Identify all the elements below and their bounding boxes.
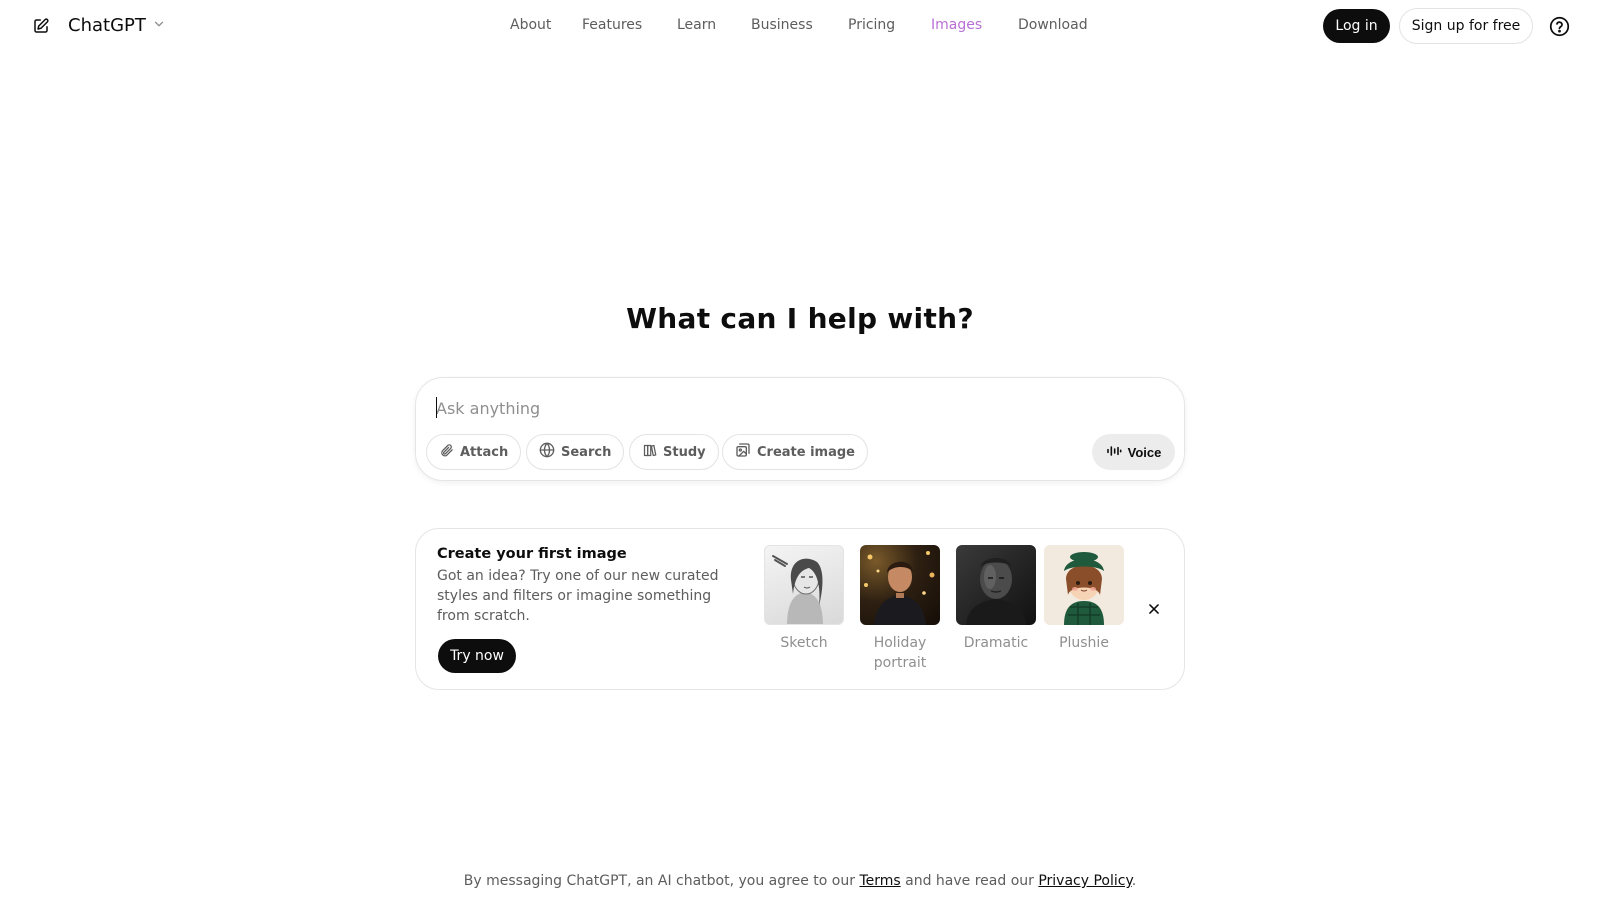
search-label: Search: [561, 444, 612, 460]
nav-pricing[interactable]: Pricing: [848, 15, 931, 35]
style-holiday-portrait[interactable]: Holiday portrait: [859, 545, 941, 673]
footer-disclaimer: By messaging ChatGPT, an AI chatbot, you…: [0, 873, 1600, 889]
image-promo-card: Create your first image Got an idea? Try…: [415, 528, 1185, 690]
new-chat-icon[interactable]: [29, 14, 53, 38]
prompt-input[interactable]: [436, 394, 1036, 422]
footer-text-middle: and have read our: [900, 873, 1039, 889]
login-button[interactable]: Log in: [1323, 9, 1390, 43]
nav-learn[interactable]: Learn: [677, 15, 751, 35]
model-name: ChatGPT: [68, 14, 146, 36]
create-image-button[interactable]: Create image: [722, 434, 868, 470]
style-label-sketch: Sketch: [780, 635, 828, 651]
top-bar: ChatGPT About Features Learn Business Pr…: [0, 0, 1600, 50]
plushie-thumbnail: [1044, 545, 1124, 625]
help-icon[interactable]: [1547, 14, 1571, 38]
style-label-dramatic: Dramatic: [963, 635, 1029, 651]
terms-link[interactable]: Terms: [859, 873, 900, 889]
paperclip-icon: [439, 443, 454, 462]
voice-label: Voice: [1127, 444, 1162, 460]
page-title: What can I help with?: [626, 302, 974, 335]
study-label: Study: [663, 444, 706, 460]
model-switcher[interactable]: ChatGPT: [68, 12, 166, 38]
voice-button[interactable]: Voice: [1092, 434, 1175, 470]
signup-button[interactable]: Sign up for free: [1399, 8, 1533, 44]
nav-features[interactable]: Features: [582, 15, 677, 35]
nav-business[interactable]: Business: [751, 15, 848, 35]
style-dramatic[interactable]: Dramatic: [955, 545, 1037, 653]
style-plushie[interactable]: Plushie: [1043, 545, 1125, 653]
holiday-portrait-thumbnail: [860, 545, 940, 625]
promo-title: Create your first image: [437, 546, 627, 562]
promo-description: Got an idea? Try one of our new curated …: [437, 568, 719, 624]
create-image-label: Create image: [757, 444, 855, 460]
book-icon: [642, 443, 657, 462]
text-caret: [436, 397, 437, 418]
search-button[interactable]: Search: [526, 434, 625, 470]
close-icon[interactable]: [1144, 599, 1164, 619]
footer-text: By messaging ChatGPT, an AI chatbot, you…: [463, 873, 860, 889]
attach-label: Attach: [460, 444, 509, 460]
nav-about[interactable]: About: [510, 15, 582, 35]
privacy-policy-link[interactable]: Privacy Policy: [1038, 873, 1131, 889]
nav-download[interactable]: Download: [1018, 15, 1098, 35]
voice-waveform-icon: [1106, 443, 1122, 462]
globe-icon: [539, 442, 555, 462]
footer-text-end: .: [1131, 873, 1137, 889]
attach-button[interactable]: Attach: [426, 434, 522, 470]
style-sketch[interactable]: Sketch: [763, 545, 845, 653]
style-label-holiday-portrait: Holiday portrait: [873, 635, 927, 671]
main-nav: About Features Learn Business Pricing Im…: [510, 15, 1098, 35]
chevron-down-icon: [152, 16, 166, 35]
style-label-plushie: Plushie: [1059, 635, 1109, 651]
image-icon: [735, 442, 751, 462]
study-button[interactable]: Study: [629, 434, 719, 470]
composer: Attach Search Study Create image Voice: [415, 377, 1185, 481]
nav-images[interactable]: Images: [931, 15, 1018, 35]
sketch-thumbnail: [764, 545, 844, 625]
try-now-button[interactable]: Try now: [438, 639, 516, 673]
dramatic-thumbnail: [956, 545, 1036, 625]
